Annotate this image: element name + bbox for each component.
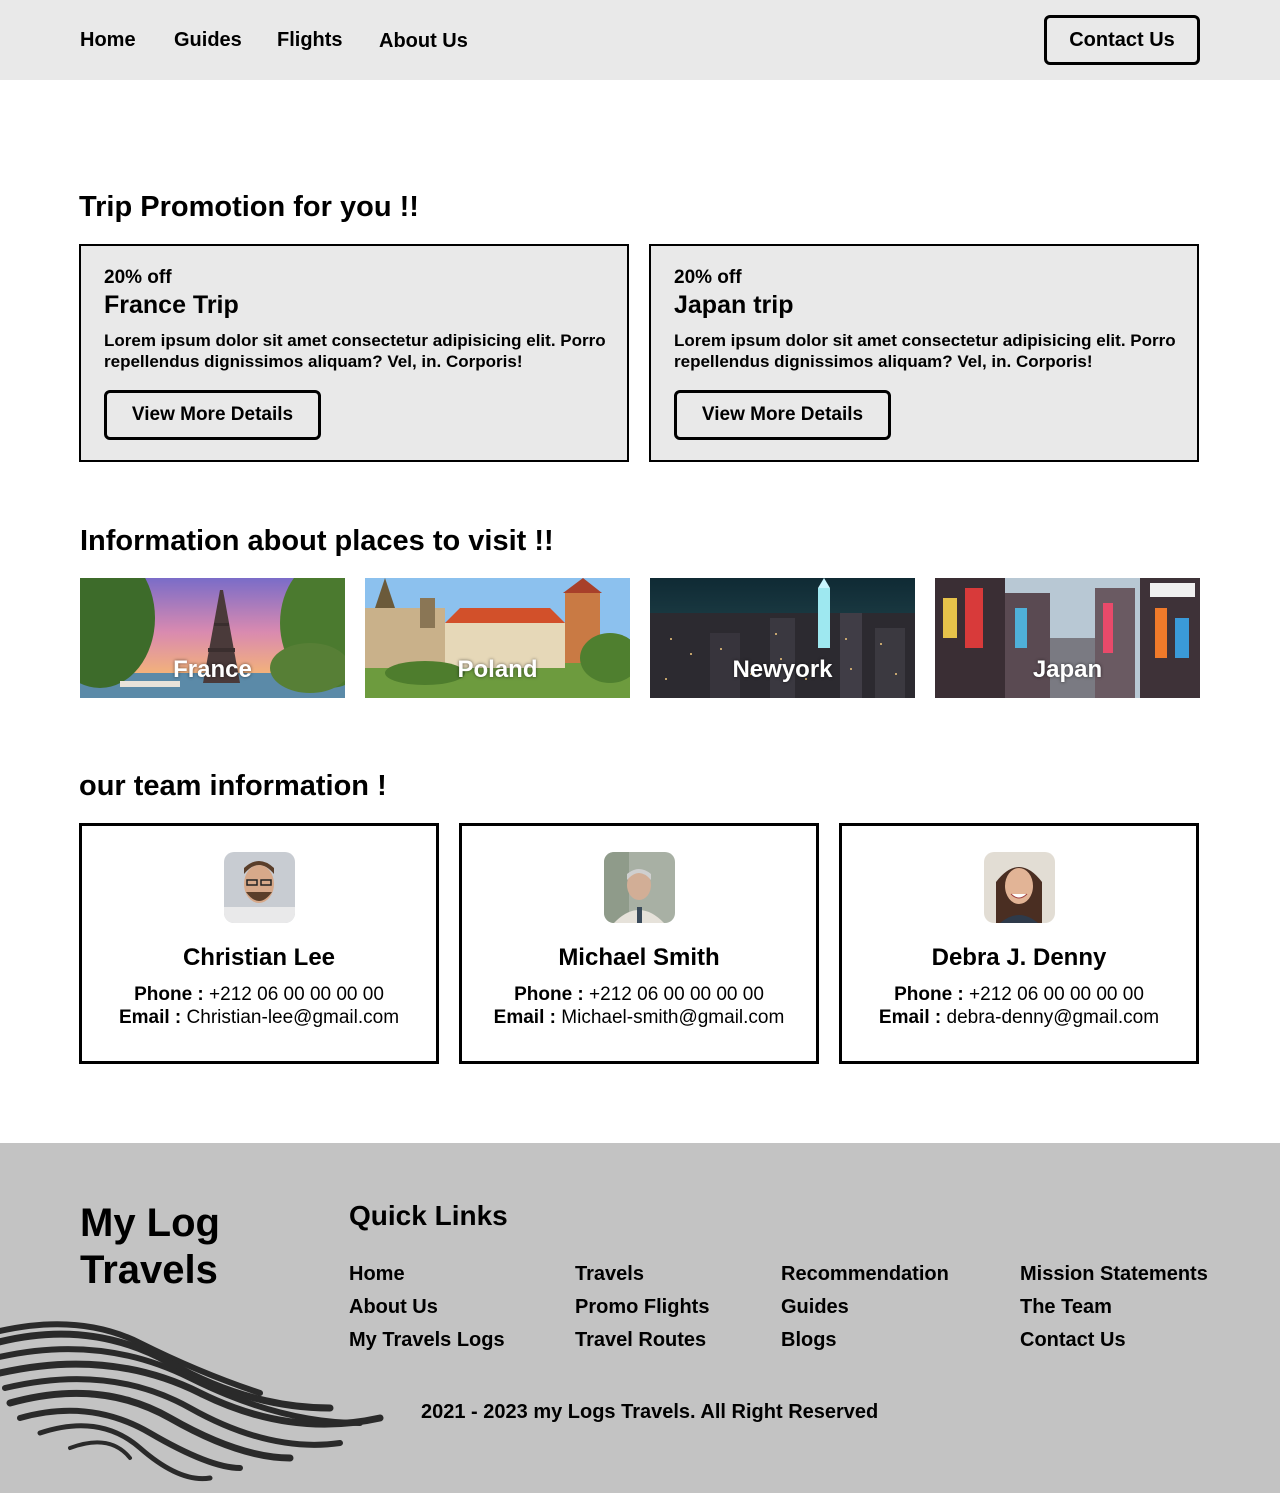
team-member-name: Michael Smith <box>558 944 720 971</box>
nav-link-guides[interactable]: Guides <box>174 27 242 53</box>
footer-link-blogs[interactable]: Blogs <box>781 1327 837 1353</box>
promo-description: Lorem ipsum dolor sit amet consectetur a… <box>104 331 606 371</box>
nav-link-about-us[interactable]: About Us <box>379 28 468 54</box>
team-card-michael-smith: Michael Smith Phone : +212 06 00 00 00 0… <box>459 823 819 1064</box>
team-card-debra-denny: Debra J. Denny Phone : +212 06 00 00 00 … <box>839 823 1199 1064</box>
promo-card-japan: 20% off Japan trip Lorem ipsum dolor sit… <box>649 244 1199 462</box>
nav-link-home[interactable]: Home <box>80 27 136 53</box>
footer-link-home[interactable]: Home <box>349 1261 405 1287</box>
team-member-email: Email : debra-denny@gmail.com <box>878 1007 1160 1028</box>
place-label: France <box>173 656 252 683</box>
team-card-christian-lee: Christian Lee Phone : +212 06 00 00 00 0… <box>79 823 439 1064</box>
team-member-email: Email : Michael-smith@gmail.com <box>493 1007 785 1028</box>
footer-link-my-travels-logs[interactable]: My Travels Logs <box>349 1327 505 1353</box>
footer-brand: My Log Travels <box>80 1201 220 1292</box>
team-title: our team information ! <box>79 770 387 802</box>
nav-link-flights[interactable]: Flights <box>277 27 343 53</box>
contact-us-button[interactable]: Contact Us <box>1044 15 1200 65</box>
promo-card-france: 20% off France Trip Lorem ipsum dolor si… <box>79 244 629 462</box>
top-navbar: Home Guides Flights About Us Contact Us <box>0 0 1280 80</box>
promo-description: Lorem ipsum dolor sit amet consectetur a… <box>674 331 1176 371</box>
promo-discount: 20% off <box>674 267 742 288</box>
team-member-email: Email : Christian-lee@gmail.com <box>118 1007 400 1028</box>
quick-links-title: Quick Links <box>349 1200 508 1231</box>
avatar <box>224 852 295 923</box>
team-member-phone: Phone : +212 06 00 00 00 00 <box>894 984 1144 1005</box>
footer-link-contact-us[interactable]: Contact Us <box>1020 1327 1126 1353</box>
view-more-details-button[interactable]: View More Details <box>674 390 891 440</box>
footer-link-promo-flights[interactable]: Promo Flights <box>575 1294 709 1320</box>
footer-link-recommendation[interactable]: Recommendation <box>781 1261 949 1287</box>
scribble-decoration <box>0 1321 384 1482</box>
team-member-name: Christian Lee <box>182 944 336 971</box>
place-card-poland[interactable]: Poland <box>365 578 630 698</box>
promotions-title: Trip Promotion for you !! <box>79 191 419 223</box>
promo-discount: 20% off <box>104 267 172 288</box>
footer-link-guides[interactable]: Guides <box>781 1294 849 1320</box>
promo-title: France Trip <box>104 291 239 319</box>
footer-link-the-team[interactable]: The Team <box>1020 1294 1112 1320</box>
team-member-name: Debra J. Denny <box>931 944 1107 971</box>
place-label: Poland <box>457 656 538 683</box>
footer-link-travel-routes[interactable]: Travel Routes <box>575 1327 706 1353</box>
place-label: Newyork <box>732 656 833 683</box>
team-member-phone: Phone : +212 06 00 00 00 00 <box>134 984 384 1005</box>
places-title: Information about places to visit !! <box>80 525 554 557</box>
place-card-newyork[interactable]: Newyork <box>650 578 915 698</box>
place-label: Japan <box>1032 656 1103 683</box>
footer-link-travels[interactable]: Travels <box>575 1261 644 1287</box>
team-member-phone: Phone : +212 06 00 00 00 00 <box>514 984 764 1005</box>
footer: My Log Travels Quick Links Home About Us… <box>0 1143 1280 1493</box>
place-card-japan[interactable]: Japan <box>935 578 1200 698</box>
avatar <box>984 852 1055 923</box>
promo-title: Japan trip <box>674 291 794 319</box>
footer-link-mission-statements[interactable]: Mission Statements <box>1020 1261 1208 1287</box>
view-more-details-button[interactable]: View More Details <box>104 390 321 440</box>
footer-link-about-us[interactable]: About Us <box>349 1294 438 1320</box>
place-card-france[interactable]: France <box>80 578 345 698</box>
copyright-text: 2021 - 2023 my Logs Travels. All Right R… <box>421 1401 879 1423</box>
avatar <box>604 852 675 923</box>
